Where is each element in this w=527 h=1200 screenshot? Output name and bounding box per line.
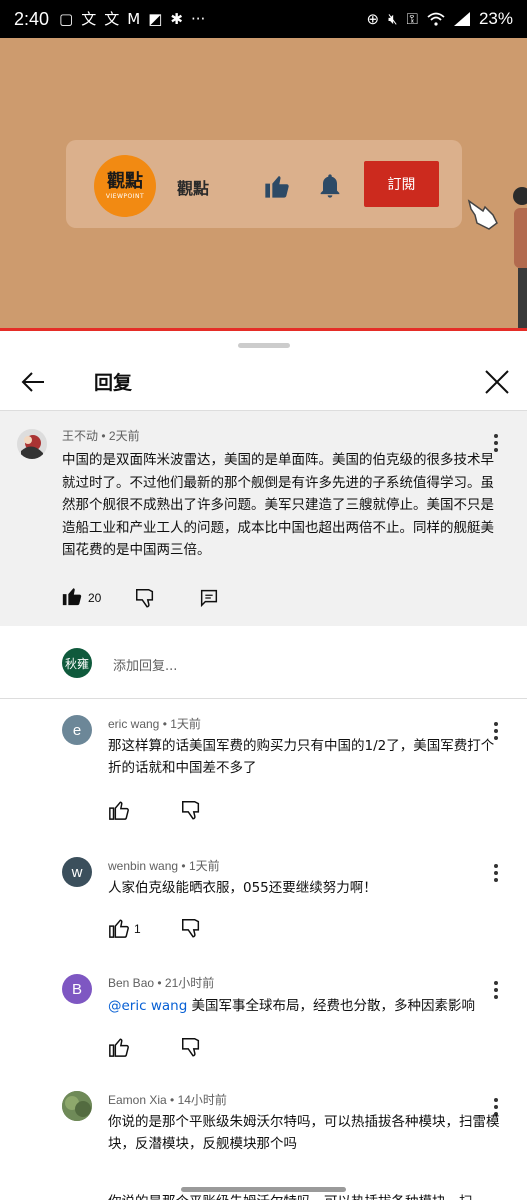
comment-author[interactable]: 王不动 [62,429,98,443]
avatar[interactable]: w [62,857,92,887]
translate-icon: 文 [81,9,97,28]
back-arrow-icon[interactable] [16,365,50,399]
thumbs-down-icon[interactable] [134,587,156,609]
reply-meta: Eamon Xia • 14小时前 [108,1093,227,1107]
thumbs-down-icon[interactable] [180,799,202,821]
comment-time: 2天前 [108,429,140,443]
reply-item: B Ben Bao • 21小时前 @eric wang 美国军事全球布局，经费… [0,958,527,1068]
key-icon: ⚿ [406,10,418,28]
maple-leaf-icon: ✱ [170,9,183,28]
like-count: 1 [134,922,141,936]
sheet-title: 回复 [94,372,133,394]
reply-author[interactable]: Ben Bao [108,976,154,990]
gmail-icon: M [127,9,141,28]
reply-text: 那这样算的话美国军费的购买力只有中国的1/2了，美国军费打个折的话就和中国差不多… [108,738,495,776]
parent-comment: 王不动 • 2天前 中国的是双面阵米波雷达，美国的是单面阵。美国的伯克级的很多技… [0,411,527,626]
add-reply-row[interactable]: 秋雍 添加回复... [0,626,527,698]
reply-item: w wenbin wang • 1天前 人家伯克级能晒衣服，055还要继续努力啊… [0,841,527,951]
system-icons: ⊕ 🔇︎ ⚿ 23% [367,9,513,29]
home-indicator[interactable] [181,1187,346,1192]
avatar[interactable] [17,429,47,459]
wifi-icon [427,12,445,26]
reply-text: 人家伯克级能晒衣服，055还要继续努力啊！ [108,880,377,896]
sheet-header: 回复 [0,355,527,411]
reply-text: 你说的是那个平账级朱姆沃尔特吗，可以热插拔各种模块，扫雷模块，反潜模块，反舰模块… [108,1114,500,1152]
reply-item: e eric wang • 1天前 那这样算的话美国军费的购买力只有中国的1/2… [0,699,527,820]
channel-logo[interactable]: 觀點 VIEWPOINT [94,155,156,217]
drag-handle[interactable] [238,343,290,348]
presenter-figure [513,187,527,328]
reply-time: 1天前 [188,859,220,873]
logo-subtext: VIEWPOINT [105,192,145,200]
avatar[interactable] [62,1091,92,1121]
status-bar: 2:40 ▢ 文 文 M ◩ ✱ ··· ⊕ 🔇︎ ⚿ 23% [0,0,527,38]
like-count: 20 [88,591,102,605]
subscribe-button[interactable]: 訂閱 [364,161,439,207]
bell-icon[interactable] [316,172,344,200]
avatar[interactable]: B [62,974,92,1004]
video-player[interactable]: 觀點 VIEWPOINT 觀點 訂閱 [0,38,527,330]
thumbs-down-icon[interactable] [180,917,202,939]
thumbs-up-icon[interactable] [263,172,291,200]
reply-time: 1天前 [170,717,201,731]
add-reply-input[interactable]: 添加回复... [113,655,177,674]
add-circle-icon: ⊕ [366,10,380,28]
thumbs-down-icon[interactable] [180,1036,202,1058]
avatar[interactable]: 秋雍 [62,648,92,678]
more-icon: ··· [190,9,206,28]
thumbs-up-icon[interactable] [108,1036,130,1058]
logo-text: 觀點 [107,170,143,192]
reply-meta: eric wang • 1天前 [108,717,201,731]
photo-icon: ◩ [148,9,163,28]
hand-pointer-icon [467,199,498,230]
channel-card: 觀點 VIEWPOINT 觀點 訂閱 [66,140,462,228]
reply-author[interactable]: wenbin wang [108,859,178,873]
thumbs-up-icon[interactable] [108,799,130,821]
reply-meta: Ben Bao • 21小时前 [108,976,215,990]
replies-sheet: 回复 王不动 • 2天前 中国的是双面阵米波雷达，美国的是单面阵。美国的伯克级的… [0,333,527,1200]
reply-author[interactable]: eric wang [108,717,159,731]
message-icon: ▢ [59,9,74,28]
reply-icon[interactable] [198,587,220,609]
channel-name: 觀點 [177,179,210,198]
avatar[interactable]: e [62,715,92,745]
notification-icons: ▢ 文 文 M ◩ ✱ ··· [59,9,206,28]
comment-text: 中国的是双面阵米波雷达，美国的是单面阵。美国的伯克级的很多技术早就过时了。不过他… [62,452,494,558]
reply-meta: wenbin wang • 1天前 [108,859,220,873]
thumbs-up-icon[interactable] [108,917,130,939]
signal-icon [453,12,470,26]
reply-body: 美国军事全球布局，经费也分散，多种因素影响 [187,998,476,1014]
reply-time: 14小时前 [177,1093,227,1107]
translate-icon: 文 [104,9,120,28]
reply-item: Eamon Xia • 14小时前 你说的是那个平账级朱姆沃尔特吗，可以热插拔各… [0,1075,527,1185]
reply-author[interactable]: Eamon Xia [108,1093,167,1107]
mute-icon: 🔇︎ [388,10,398,28]
status-time: 2:40 [14,8,50,29]
thumbs-up-icon[interactable] [61,585,83,607]
comment-meta: 王不动 • 2天前 [62,429,140,443]
mention-link[interactable]: @eric wang [108,998,187,1014]
battery-level: 23% [478,9,513,28]
reply-text: @eric wang 美国军事全球布局，经费也分散，多种因素影响 [108,995,500,1017]
reply-time: 21小时前 [164,976,215,990]
close-icon[interactable] [480,365,514,399]
progress-bar[interactable] [0,328,527,331]
